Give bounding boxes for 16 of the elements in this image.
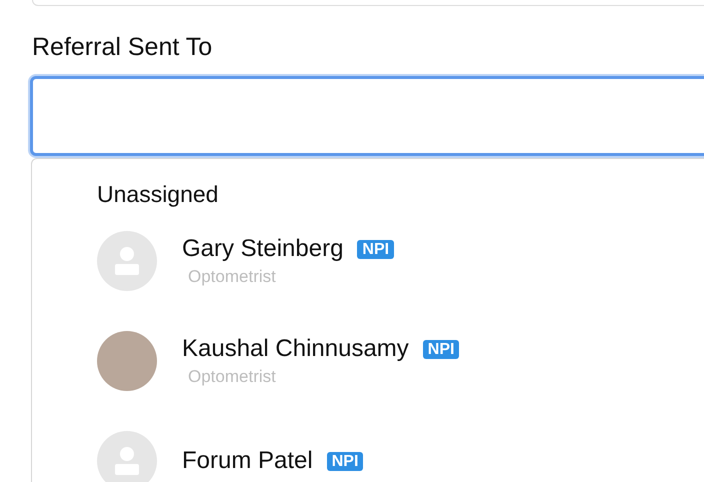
provider-name: Kaushal Chinnusamy [182, 334, 409, 364]
npi-tag: NPI [357, 240, 394, 258]
provider-role: Optometrist [188, 366, 276, 388]
npi-tag: NPI [422, 340, 460, 358]
input-field[interactable] [30, 76, 704, 156]
provider-role: Optometrist [188, 266, 276, 288]
provider-option[interactable]: Kaushal Chinnusamy NPI Optometrist [97, 331, 597, 391]
person-icon [114, 446, 140, 476]
npi-tag: NPI [326, 452, 364, 470]
provider-option[interactable]: Forum Patel NPI [97, 431, 597, 482]
person-icon [114, 246, 140, 276]
unassigned-option[interactable]: Unassigned [97, 179, 218, 209]
provider-name: Gary Steinberg [182, 234, 344, 264]
provider-name: Forum Patel [182, 446, 313, 476]
field-label: Referral Sent To [32, 32, 214, 62]
provider-option[interactable]: Gary Steinberg NPI Optometrist [97, 231, 597, 291]
